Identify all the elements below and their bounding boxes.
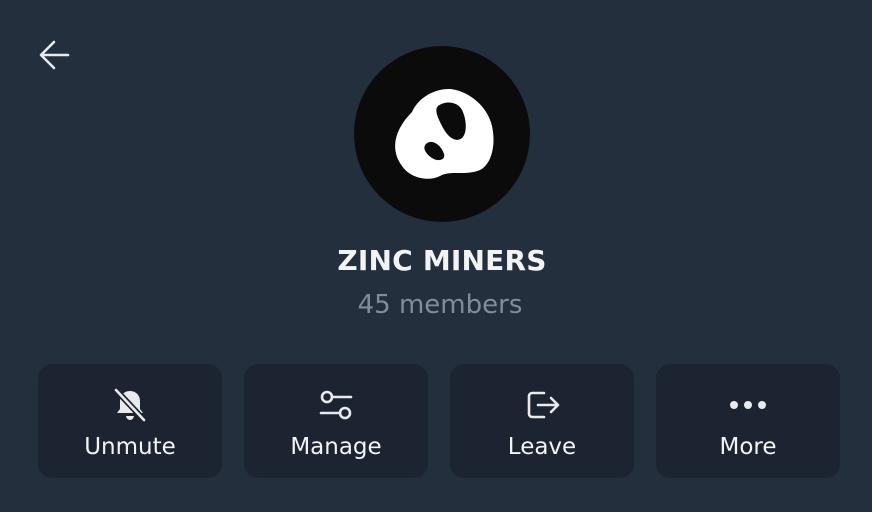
arrow-left-icon (39, 40, 70, 70)
group-name: ZINC MINERS (337, 244, 547, 277)
more-horizontal-icon (730, 401, 766, 409)
bell-slash-icon (113, 387, 147, 423)
member-count: 45 members (357, 290, 523, 320)
logout-icon (527, 391, 560, 419)
leave-button[interactable]: Leave (450, 364, 634, 478)
unmute-label: Unmute (84, 434, 176, 460)
action-bar: Unmute Manage Leave More (38, 364, 840, 478)
group-info-page: ZINC MINERS 45 members Unmute Manage Lea… (0, 0, 872, 512)
avatar[interactable] (354, 46, 530, 222)
group-avatar-logo (395, 88, 494, 179)
more-label: More (719, 434, 777, 460)
leave-label: Leave (507, 434, 577, 460)
back-button[interactable] (32, 32, 78, 78)
sliders-icon (319, 390, 353, 420)
manage-button[interactable]: Manage (244, 364, 428, 478)
manage-label: Manage (290, 434, 382, 460)
more-button[interactable]: More (656, 364, 840, 478)
unmute-button[interactable]: Unmute (38, 364, 222, 478)
